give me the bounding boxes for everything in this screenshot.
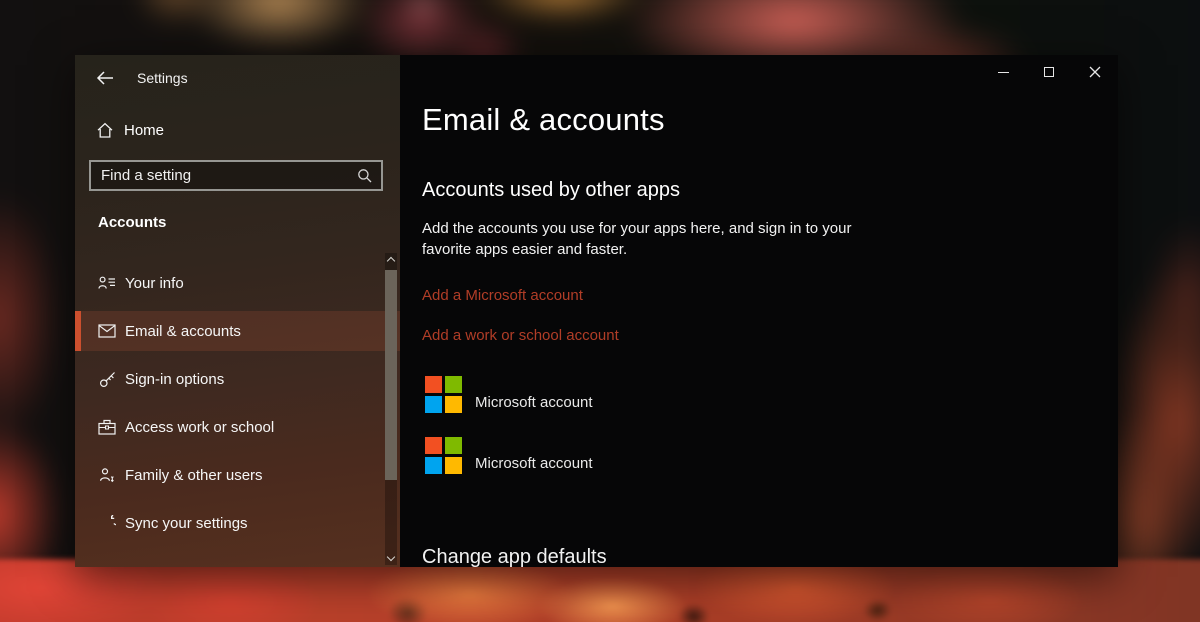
account-row[interactable]: Microsoft account xyxy=(425,376,593,413)
key-icon xyxy=(98,371,116,388)
selection-accent-bar xyxy=(75,311,81,351)
microsoft-logo-icon xyxy=(425,376,462,413)
close-button[interactable] xyxy=(1072,55,1118,89)
briefcase-icon xyxy=(98,419,116,435)
back-button[interactable] xyxy=(85,64,125,92)
sidebar-item-access-work-school[interactable]: Access work or school xyxy=(75,407,400,447)
microsoft-logo-icon xyxy=(425,437,462,474)
main-pane: Email & accounts Accounts used by other … xyxy=(400,55,1118,567)
sidebar-item-label: Home xyxy=(124,121,165,139)
search-box[interactable] xyxy=(89,160,383,191)
sidebar-item-label: Access work or school xyxy=(125,418,275,436)
sidebar-item-label: Your info xyxy=(125,274,184,292)
background-flowers-bottom xyxy=(0,559,1200,622)
sidebar-section-header: Accounts xyxy=(98,214,167,231)
account-label: Microsoft account xyxy=(475,455,593,472)
contact-info-icon xyxy=(98,275,116,291)
add-microsoft-account-link[interactable]: Add a Microsoft account xyxy=(422,287,583,304)
sidebar-item-family-other-users[interactable]: Family & other users xyxy=(75,455,400,495)
people-icon xyxy=(98,467,116,483)
scroll-up-icon[interactable] xyxy=(386,256,396,266)
close-icon xyxy=(1089,66,1101,78)
sync-icon xyxy=(98,514,116,532)
sidebar-header: Settings xyxy=(75,63,400,93)
sidebar-item-sync-settings[interactable]: Sync your settings xyxy=(75,503,400,543)
home-icon xyxy=(96,122,114,139)
search-icon[interactable] xyxy=(357,168,372,183)
account-label: Microsoft account xyxy=(475,394,593,411)
maximize-button[interactable] xyxy=(1026,55,1072,89)
minimize-icon xyxy=(997,71,1009,73)
sidebar-item-email-accounts[interactable]: Email & accounts xyxy=(75,311,400,351)
sidebar-nav: Your info Email & accounts Sign-in optio… xyxy=(75,263,400,551)
section-title: Accounts used by other apps xyxy=(422,179,680,201)
change-app-defaults-title: Change app defaults xyxy=(422,546,607,567)
window-controls xyxy=(980,55,1118,89)
sidebar-item-label: Sign-in options xyxy=(125,370,225,388)
add-work-school-account-link[interactable]: Add a work or school account xyxy=(422,327,619,344)
sidebar-item-sign-in-options[interactable]: Sign-in options xyxy=(75,359,400,399)
sidebar-scrollbar[interactable] xyxy=(385,253,397,565)
back-arrow-icon xyxy=(96,71,113,85)
maximize-icon xyxy=(1044,67,1054,77)
sidebar-scrollbar-thumb[interactable] xyxy=(385,270,397,480)
app-title: Settings xyxy=(137,70,188,86)
sidebar-item-your-info[interactable]: Your info xyxy=(75,263,400,303)
search-input[interactable] xyxy=(91,167,357,184)
page-title: Email & accounts xyxy=(422,102,665,137)
sidebar-item-label: Sync your settings xyxy=(125,514,248,532)
section-description: Add the accounts you use for your apps h… xyxy=(422,220,852,258)
scroll-down-icon[interactable] xyxy=(386,552,396,562)
sidebar-item-label: Email & accounts xyxy=(125,322,241,340)
sidebar-item-label: Family & other users xyxy=(125,466,263,484)
settings-window: Email & accounts Accounts used by other … xyxy=(75,55,1118,567)
account-row[interactable]: Microsoft account xyxy=(425,437,593,474)
minimize-button[interactable] xyxy=(980,55,1026,89)
email-icon xyxy=(98,324,116,338)
sidebar-item-home[interactable]: Home xyxy=(75,111,400,149)
sidebar: Settings Home Accounts xyxy=(75,55,400,567)
